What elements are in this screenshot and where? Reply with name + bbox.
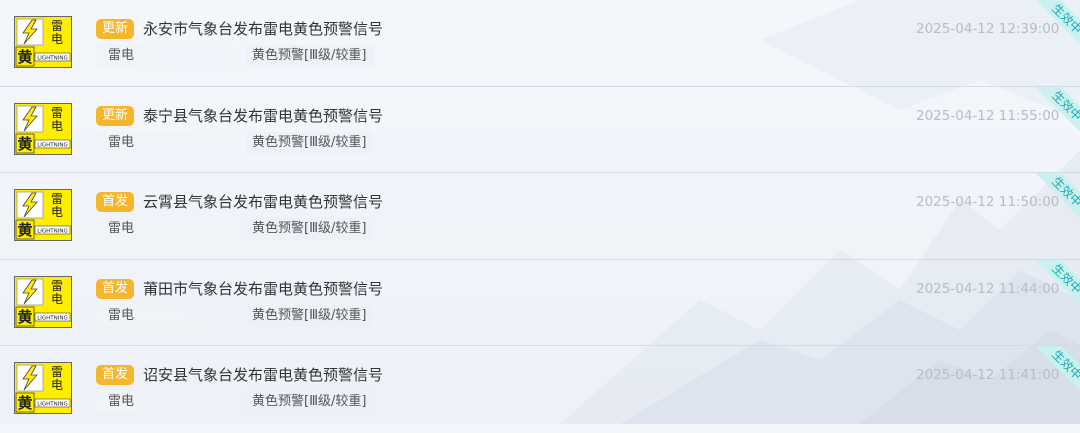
svg-text:黄: 黄 [17,221,32,239]
svg-text:LIGHTNING: LIGHTNING [37,229,68,235]
svg-text:雷: 雷 [51,279,63,293]
svg-text:电: 电 [51,119,63,133]
status-ribbon-text: 生效中 [1036,346,1080,391]
release-tag-badge: 更新 [96,19,135,39]
svg-text:雷: 雷 [51,365,63,379]
status-ribbon: 生效中 [1036,259,1080,304]
warning-level-label: 黄色预警[Ⅲ级/较重] [246,45,373,67]
warning-level-label: 黄色预警[Ⅲ级/较重] [246,304,373,327]
release-tag-badge: 首发 [96,192,135,213]
warning-list-item[interactable]: 雷 电 黄 LIGHTNING 首发 云霄县气象台发布雷电黄色预警信号 2025… [0,173,1080,260]
warning-type-label: 雷电 [96,45,234,67]
svg-text:电: 电 [51,205,63,219]
lightning-yellow-warning-icon: 雷 电 黄 LIGHTNING [14,275,72,328]
svg-text:雷: 雷 [51,192,63,206]
lightning-yellow-warning-icon: 雷 电 黄 LIGHTNING [14,102,72,155]
warning-list-item[interactable]: 雷 电 黄 LIGHTNING 更新 泰宁县气象台发布雷电黄色预警信号 2025… [0,86,1080,174]
svg-text:电: 电 [51,378,63,392]
svg-text:黄: 黄 [17,394,32,412]
warning-type-label: 雷电 [96,304,234,327]
status-ribbon: 生效中 [1036,346,1080,391]
status-ribbon: 生效中 [1036,86,1080,131]
svg-text:雷: 雷 [51,19,63,33]
warning-list-item[interactable]: 雷 电 黄 LIGHTNING 首发 诏安县气象台发布雷电黄色预警信号 2025… [0,346,1080,433]
lightning-yellow-warning-icon: 雷 电 黄 LIGHTNING [14,16,72,68]
warning-title[interactable]: 云霄县气象台发布雷电黄色预警信号 [143,191,383,213]
status-ribbon-text: 生效中 [1036,0,1080,44]
status-ribbon: 生效中 [1036,173,1080,218]
warning-title[interactable]: 诏安县气象台发布雷电黄色预警信号 [143,364,383,386]
release-tag-badge: 更新 [96,105,135,126]
warning-list: 雷 电 黄 LIGHTNING 更新 永安市气象台发布雷电黄色预警信号 2025… [0,0,1080,433]
warning-title[interactable]: 莆田市气象台发布雷电黄色预警信号 [143,278,383,300]
release-tag-badge: 首发 [96,365,135,386]
svg-text:雷: 雷 [51,106,63,120]
svg-text:电: 电 [51,32,63,46]
warning-list-item[interactable]: 雷 电 黄 LIGHTNING 首发 莆田市气象台发布雷电黄色预警信号 2025… [0,259,1080,347]
svg-text:电: 电 [51,292,63,306]
warning-level-label: 黄色预警[Ⅲ级/较重] [246,218,373,241]
lightning-yellow-warning-icon: 雷 电 黄 LIGHTNING [14,362,72,415]
svg-text:黄: 黄 [17,308,32,326]
svg-text:LIGHTNING: LIGHTNING [37,315,68,321]
warning-type-label: 雷电 [96,131,234,154]
status-ribbon-text: 生效中 [1036,86,1080,131]
svg-text:黄: 黄 [17,135,32,153]
warning-type-label: 雷电 [96,218,234,241]
svg-text:LIGHTNING: LIGHTNING [37,402,68,408]
warning-level-label: 黄色预警[Ⅲ级/较重] [246,391,373,414]
status-ribbon-text: 生效中 [1036,259,1080,304]
svg-text:黄: 黄 [17,48,32,66]
warning-title[interactable]: 永安市气象台发布雷电黄色预警信号 [143,18,383,40]
status-ribbon-text: 生效中 [1036,173,1080,218]
warning-title[interactable]: 泰宁县气象台发布雷电黄色预警信号 [143,105,383,127]
warning-level-label: 黄色预警[Ⅲ级/较重] [246,131,373,154]
svg-text:LIGHTNING: LIGHTNING [37,142,68,148]
warning-list-item[interactable]: 雷 电 黄 LIGHTNING 更新 永安市气象台发布雷电黄色预警信号 2025… [0,0,1080,87]
lightning-yellow-warning-icon: 雷 电 黄 LIGHTNING [14,189,72,242]
release-tag-badge: 首发 [96,278,135,299]
warning-type-label: 雷电 [96,391,234,414]
status-ribbon: 生效中 [1036,0,1080,44]
svg-text:LIGHTNING: LIGHTNING [37,56,68,62]
